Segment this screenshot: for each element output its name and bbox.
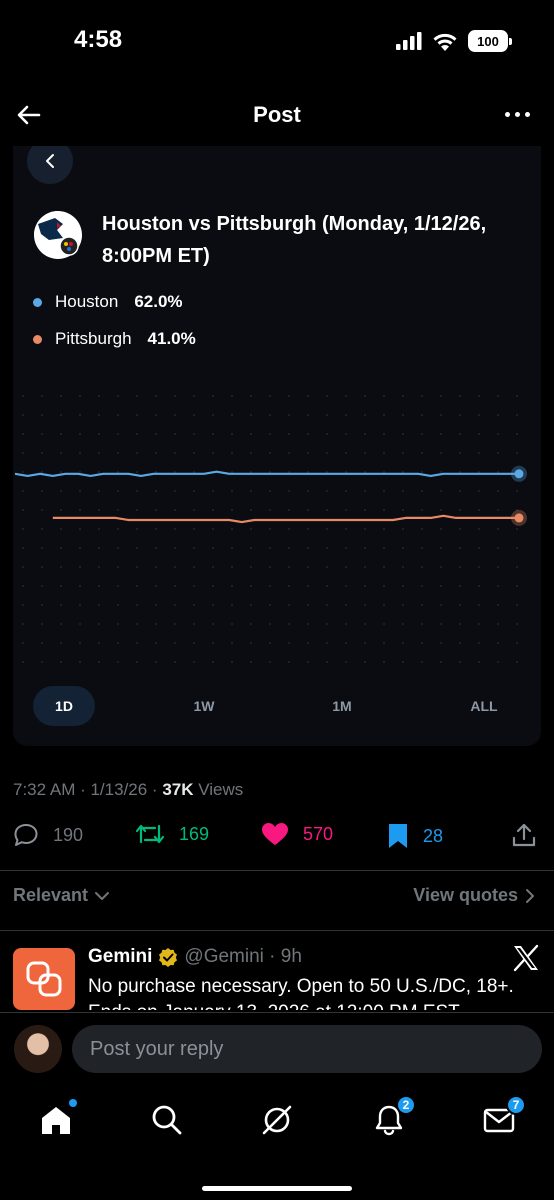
divider: [0, 930, 554, 931]
x-logo-icon: [513, 944, 539, 972]
legend-item-houston: Houston 62.0%: [33, 292, 183, 312]
more-options-icon[interactable]: [505, 112, 530, 117]
post-meta: 7:32 AM · 1/13/26 · 37K Views: [13, 780, 243, 800]
repost-count: 169: [179, 823, 210, 844]
verified-badge-icon: [159, 948, 178, 967]
legend-pct: 62.0%: [134, 292, 183, 311]
repost-icon: [135, 824, 165, 844]
reply-count: 190: [53, 824, 84, 845]
battery-icon: 100: [468, 30, 512, 52]
bookmark-button[interactable]: 28: [387, 822, 443, 850]
messages-badge: 7: [506, 1095, 526, 1115]
reply-input[interactable]: [72, 1025, 542, 1073]
repost-button[interactable]: 169: [135, 822, 209, 846]
tab-grok[interactable]: [260, 1103, 294, 1137]
cellular-signal-icon: [396, 32, 422, 50]
price-chart[interactable]: [13, 386, 541, 686]
page-title: Post: [253, 102, 301, 127]
view-quotes-label: View quotes: [413, 885, 518, 905]
range-1m-button[interactable]: 1M: [311, 686, 373, 726]
ad-header: Gemini @Gemini · 9h: [88, 946, 302, 968]
legend-team: Pittsburgh: [55, 329, 132, 348]
home-icon: [42, 1107, 70, 1134]
chevron-right-icon: [526, 888, 534, 903]
card-back-button[interactable]: [27, 146, 73, 184]
advertiser-name[interactable]: Gemini: [88, 946, 152, 968]
range-all-button[interactable]: ALL: [453, 686, 515, 726]
home-indicator: [202, 1186, 352, 1191]
tab-home[interactable]: [39, 1099, 77, 1137]
like-count: 570: [303, 823, 334, 844]
views-label: Views: [193, 780, 244, 799]
bookmark-icon: [389, 824, 407, 848]
legend-item-pittsburgh: Pittsburgh 41.0%: [33, 329, 196, 349]
top-nav: Post: [0, 90, 554, 140]
legend-pct: 41.0%: [147, 329, 196, 348]
notifications-badge: 2: [396, 1095, 416, 1115]
status-time: 4:58: [74, 26, 123, 53]
grok-icon: [262, 1105, 292, 1135]
range-1d-button[interactable]: 1D: [33, 686, 95, 726]
series-line-pittsburgh: [52, 514, 519, 524]
chart-grid: [22, 395, 518, 663]
series-line-houston: [14, 470, 519, 477]
search-icon: [152, 1105, 182, 1135]
sort-dropdown[interactable]: Relevant: [13, 885, 110, 906]
reply-composer: [0, 1012, 554, 1084]
chevron-down-icon: [95, 891, 110, 900]
unread-dot: [69, 1099, 77, 1107]
divider: [0, 870, 554, 871]
bookmark-count: 28: [423, 825, 444, 846]
range-1w-button[interactable]: 1W: [173, 686, 235, 726]
market-title: Houston vs Pittsburgh (Monday, 1/12/26, …: [102, 213, 487, 267]
advertiser-handle[interactable]: @Gemini · 9h: [184, 946, 302, 968]
post-timestamp: 7:32 AM · 1/13/26 ·: [13, 780, 163, 799]
share-icon: [512, 823, 536, 847]
tab-search[interactable]: [150, 1103, 184, 1137]
status-bar: 4:58 100: [0, 0, 554, 84]
wifi-icon: [433, 33, 457, 51]
range-selector: 1D 1W 1M ALL: [33, 686, 523, 726]
legend-team: Houston: [55, 292, 119, 311]
ad-text: No purchase necessary. Open to 50 U.S./D…: [88, 976, 514, 1010]
status-indicators: 100: [396, 30, 512, 52]
advertiser-avatar[interactable]: [13, 948, 75, 1010]
legend-dot-houston: [33, 297, 42, 307]
gemini-logo-icon: [26, 961, 62, 997]
reply-button[interactable]: 190: [13, 822, 83, 848]
team-matchup-logo: [34, 211, 82, 259]
user-avatar[interactable]: [14, 1025, 62, 1073]
reply-icon: [14, 824, 38, 846]
series-endpoint-houston: [514, 469, 524, 479]
series-endpoint-pittsburgh: [514, 513, 524, 523]
tab-notifications[interactable]: 2: [372, 1095, 416, 1137]
chevron-left-icon: [46, 154, 54, 168]
view-quotes-link[interactable]: View quotes: [413, 885, 536, 906]
sort-label: Relevant: [13, 885, 89, 905]
action-bar: 190 169 570 28: [13, 822, 541, 858]
bottom-tab-bar: 2 7: [0, 1085, 554, 1200]
like-button[interactable]: 570: [261, 822, 333, 846]
market-card[interactable]: Houston vs Pittsburgh (Monday, 1/12/26, …: [13, 146, 541, 746]
legend-dot-pittsburgh: [33, 334, 42, 344]
heart-icon: [262, 823, 288, 845]
view-count: 37K: [162, 780, 194, 799]
share-button[interactable]: [511, 822, 537, 848]
tab-messages[interactable]: 7: [482, 1095, 526, 1137]
